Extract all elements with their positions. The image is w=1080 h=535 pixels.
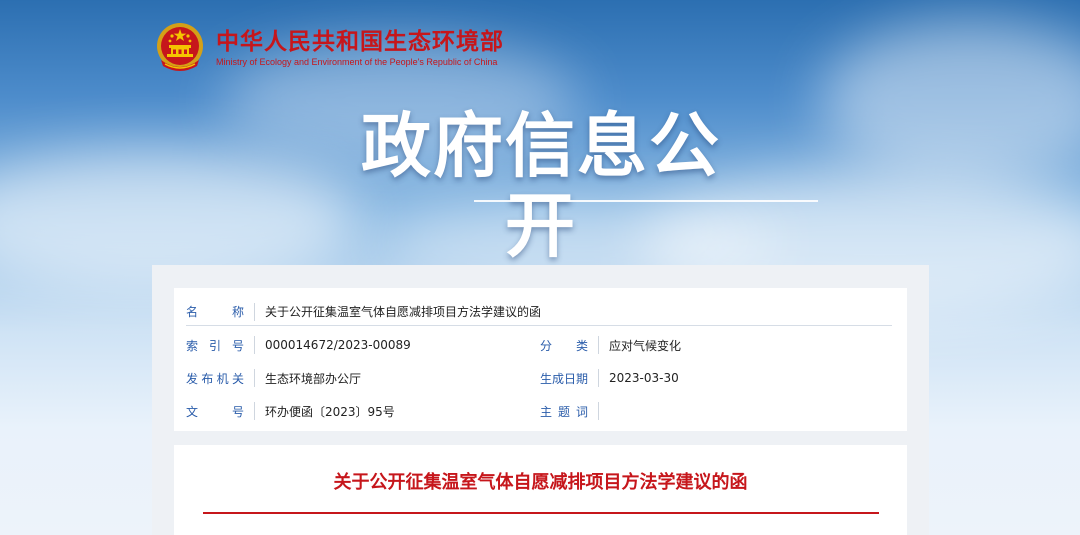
meta-row-category: 分 类 应对气候变化 xyxy=(540,331,681,359)
divider xyxy=(254,402,255,420)
document-title-divider xyxy=(203,512,879,514)
divider xyxy=(598,336,599,354)
subject-label: 主 题 词 xyxy=(540,404,588,419)
index-value: 000014672/2023-00089 xyxy=(265,338,411,352)
category-label: 分 类 xyxy=(540,338,589,353)
divider xyxy=(254,302,255,321)
name-value: 关于公开征集温室气体自愿减排项目方法学建议的函 xyxy=(265,305,542,319)
meta-row-doc-number: 文 号 环办便函〔2023〕95号 xyxy=(186,397,395,425)
page-title: 政府信息公开 xyxy=(361,105,721,267)
doc-number-label: 文 号 xyxy=(186,404,244,419)
brand[interactable]: 中华人民共和国生态环境部 Ministry of Ecology and Env… xyxy=(216,28,504,68)
title-divider xyxy=(474,200,818,202)
divider xyxy=(254,336,255,354)
national-emblem-icon[interactable] xyxy=(153,20,207,76)
category-value: 应对气候变化 xyxy=(609,338,682,353)
publisher-label: 发布机关 xyxy=(186,371,244,386)
document-title: 关于公开征集温室气体自愿减排项目方法学建议的函 xyxy=(333,472,748,493)
meta-row-name: 名 称 关于公开征集温室气体自愿减排项目方法学建议的函 xyxy=(186,298,892,326)
site-header: 中华人民共和国生态环境部 Ministry of Ecology and Env… xyxy=(153,18,504,78)
document-body-card: 关于公开征集温室气体自愿减排项目方法学建议的函 xyxy=(174,445,907,535)
date-value: 2023-03-30 xyxy=(609,371,679,385)
meta-row-date: 生成日期 2023-03-30 xyxy=(540,364,679,392)
meta-row-subject: 主 题 词 xyxy=(540,397,609,425)
name-label: 名 称 xyxy=(186,305,244,319)
org-name-cn: 中华人民共和国生态环境部 xyxy=(216,29,504,55)
date-label: 生成日期 xyxy=(540,371,589,386)
divider xyxy=(598,369,599,387)
meta-row-publisher: 发布机关 生态环境部办公厅 xyxy=(186,364,361,392)
org-name-en: Ministry of Ecology and Environment of t… xyxy=(216,57,498,67)
doc-number-value: 环办便函〔2023〕95号 xyxy=(265,404,395,419)
divider xyxy=(598,402,599,420)
divider xyxy=(254,369,255,387)
publisher-value: 生态环境部办公厅 xyxy=(265,371,362,386)
index-label: 索 引 号 xyxy=(186,338,244,353)
meta-row-index: 索 引 号 000014672/2023-00089 xyxy=(186,331,411,359)
document-meta-card: 名 称 关于公开征集温室气体自愿减排项目方法学建议的函 索 引 号 000014… xyxy=(174,288,907,431)
